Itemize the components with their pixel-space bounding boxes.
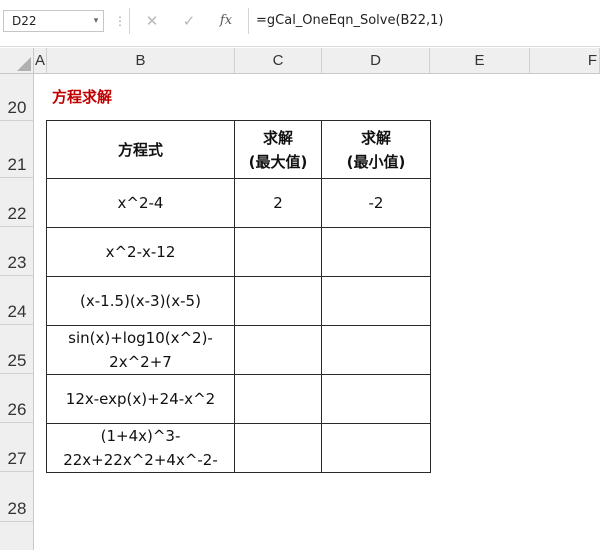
equation-cell[interactable]: (x-1.5)(x-3)(x-5)	[46, 276, 235, 326]
equation-text-line1: (1+4x)^3-	[100, 427, 181, 445]
equation-text-line2: 22x+22x^2+4x^-2-	[63, 451, 218, 469]
equation-cell[interactable]: x^2-4	[46, 178, 235, 228]
row-header-28[interactable]: 28	[0, 472, 34, 522]
max-solution-cell[interactable]	[234, 423, 322, 473]
column-header-e[interactable]: E	[430, 48, 530, 74]
column-header-c[interactable]: C	[235, 48, 322, 74]
chevron-down-icon[interactable]: ▾	[88, 10, 104, 32]
equation-text-line2: 2x^2+7	[109, 353, 172, 371]
formula-input[interactable]: =gCal_OneEqn_Solve(B22,1)	[256, 10, 600, 32]
cancel-icon[interactable]: ✕	[143, 12, 161, 30]
min-solution-cell[interactable]	[321, 325, 431, 375]
min-solution-value: -2	[368, 194, 384, 212]
header-equation-label: 方程式	[117, 140, 163, 159]
column-header-f[interactable]: F	[530, 48, 600, 74]
drag-handle-icon[interactable]: ⋮	[114, 12, 126, 30]
equation-cell[interactable]: sin(x)+log10(x^2)- 2x^2+7	[46, 325, 235, 375]
row-header-21[interactable]: 21	[0, 121, 34, 178]
solver-table: 方程式 求解 (最大值) 求解 (最小值) x^2-4 2 -2 x^2-x-1…	[46, 120, 431, 473]
divider	[248, 8, 249, 34]
min-solution-cell[interactable]	[321, 423, 431, 473]
table-row: sin(x)+log10(x^2)- 2x^2+7	[46, 325, 431, 375]
max-solution-cell[interactable]: 2	[234, 178, 322, 228]
max-solution-cell[interactable]	[234, 325, 322, 375]
table-row: x^2-4 2 -2	[46, 178, 431, 228]
row-header-27[interactable]: 27	[0, 423, 34, 472]
header-solve-min-line1: 求解	[360, 128, 391, 147]
table-row: (1+4x)^3- 22x+22x^2+4x^-2-	[46, 423, 431, 473]
header-solve-max-line1: 求解	[262, 128, 293, 147]
header-solve-min-line2: (最小值)	[346, 152, 406, 171]
header-solve-max[interactable]: 求解 (最大值)	[234, 120, 322, 179]
column-header-b[interactable]: B	[47, 48, 235, 74]
equation-cell[interactable]: 12x-exp(x)+24-x^2	[46, 374, 235, 424]
header-solve-max-line2: (最大值)	[248, 152, 308, 171]
table-header-row: 方程式 求解 (最大值) 求解 (最小值)	[46, 120, 431, 179]
divider	[129, 8, 130, 34]
equation-cell[interactable]: (1+4x)^3- 22x+22x^2+4x^-2-	[46, 423, 235, 473]
equation-text: 12x-exp(x)+24-x^2	[65, 390, 216, 408]
min-solution-cell[interactable]	[321, 276, 431, 326]
table-row: 12x-exp(x)+24-x^2	[46, 374, 431, 424]
max-solution-cell[interactable]	[234, 276, 322, 326]
header-equation[interactable]: 方程式	[46, 120, 235, 179]
equation-text-line1: sin(x)+log10(x^2)-	[68, 329, 213, 347]
min-solution-cell[interactable]: -2	[321, 178, 431, 228]
insert-function-icon[interactable]: fx	[216, 11, 236, 31]
row-header-24[interactable]: 24	[0, 276, 34, 325]
table-row: x^2-x-12	[46, 227, 431, 277]
equation-text: x^2-x-12	[105, 243, 176, 261]
min-solution-cell[interactable]	[321, 227, 431, 277]
select-all-triangle-icon	[17, 57, 31, 71]
max-solution-cell[interactable]	[234, 227, 322, 277]
enter-icon[interactable]: ✓	[180, 12, 198, 30]
table-row: (x-1.5)(x-3)(x-5)	[46, 276, 431, 326]
equation-text: x^2-4	[117, 194, 164, 212]
min-solution-cell[interactable]	[321, 374, 431, 424]
header-solve-min[interactable]: 求解 (最小值)	[321, 120, 431, 179]
row-header-22[interactable]: 22	[0, 178, 34, 227]
equation-text: (x-1.5)(x-3)(x-5)	[80, 292, 201, 310]
sheet-title[interactable]: 方程求解	[52, 86, 112, 107]
column-header-a[interactable]: A	[34, 48, 47, 74]
divider	[0, 46, 600, 47]
max-solution-cell[interactable]	[234, 374, 322, 424]
equation-cell[interactable]: x^2-x-12	[46, 227, 235, 277]
row-header-23[interactable]: 23	[0, 227, 34, 276]
row-header-25[interactable]: 25	[0, 325, 34, 374]
max-solution-value: 2	[273, 194, 283, 212]
column-header-d[interactable]: D	[322, 48, 430, 74]
row-header-20[interactable]: 20	[0, 74, 34, 121]
row-header-26[interactable]: 26	[0, 374, 34, 423]
